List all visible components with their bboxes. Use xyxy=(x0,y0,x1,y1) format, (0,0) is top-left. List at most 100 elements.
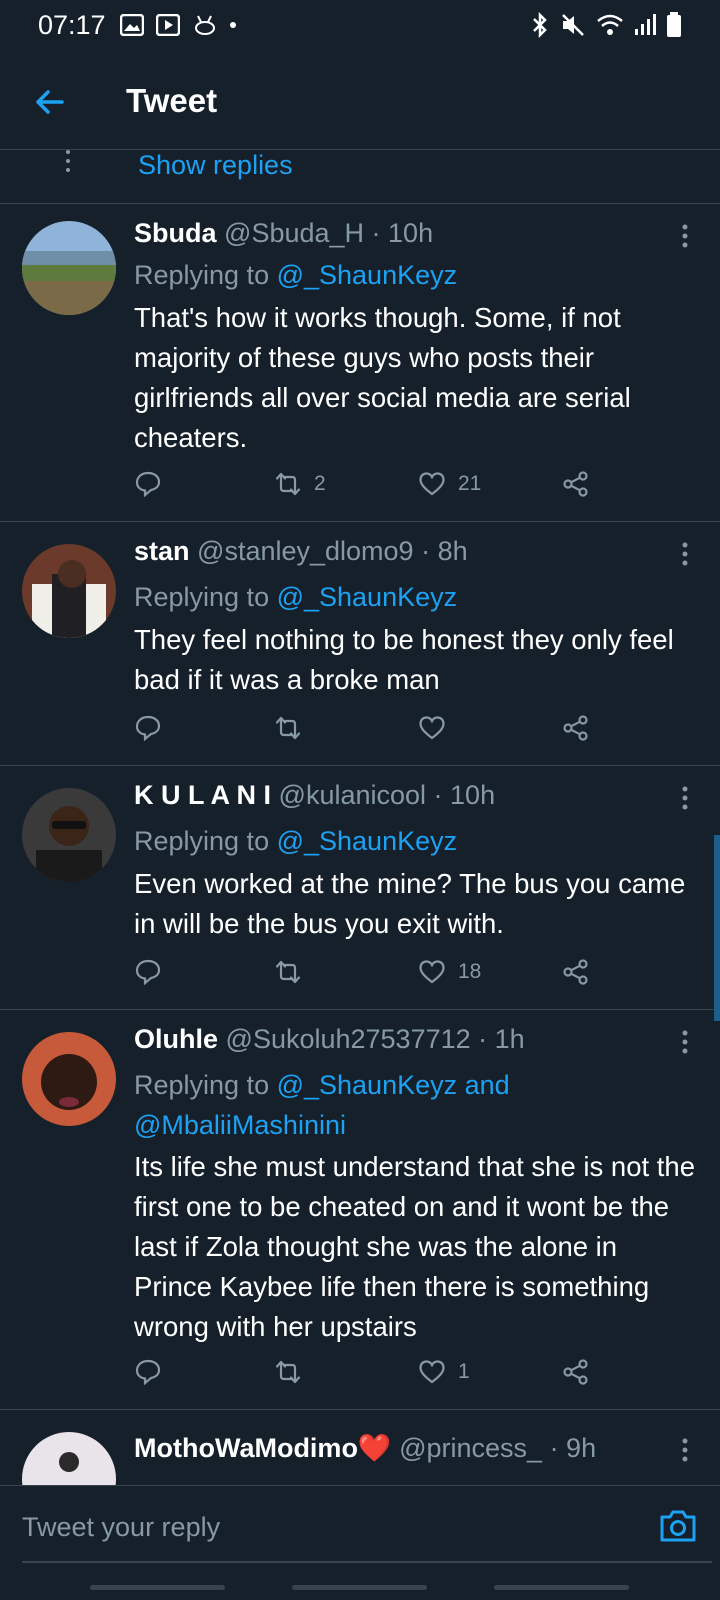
more-options-icon[interactable] xyxy=(682,786,688,810)
like-button[interactable]: 1 xyxy=(418,1358,470,1386)
retweet-button[interactable] xyxy=(274,714,314,742)
tweet-item[interactable]: MothoWaModimo❤️ @princess_ · 9h xyxy=(0,1410,720,1485)
user-handle[interactable]: @Sbuda_H xyxy=(224,218,364,248)
display-name[interactable]: Oluhle xyxy=(134,1024,218,1054)
tweet-header: K U L A N I @kulanicool · 10h xyxy=(134,780,495,811)
reply-button[interactable] xyxy=(134,958,162,986)
avatar[interactable] xyxy=(22,544,116,638)
retweet-icon xyxy=(275,1360,301,1384)
retweet-icon xyxy=(275,960,301,984)
reply-icon xyxy=(135,959,161,986)
rabbit-icon xyxy=(194,15,215,35)
show-replies-row[interactable]: Show replies xyxy=(0,150,720,204)
user-handle[interactable]: @princess_ xyxy=(399,1433,542,1463)
gallery-icon xyxy=(119,14,144,36)
reply-composer xyxy=(0,1485,720,1569)
retweet-button[interactable] xyxy=(274,1358,314,1386)
tweet-text: They feel nothing to be honest they only… xyxy=(134,624,674,695)
replying-to: Replying to @_ShaunKeyz and @MbaliiMashi… xyxy=(134,1065,554,1145)
reply-button[interactable] xyxy=(134,714,162,742)
tweet-header: Sbuda @Sbuda_H · 10h xyxy=(134,218,433,249)
replying-to: Replying to @_ShaunKeyz xyxy=(134,255,694,295)
share-icon xyxy=(563,959,588,985)
retweet-button[interactable] xyxy=(274,958,314,986)
avatar[interactable] xyxy=(22,1032,116,1126)
bluetooth-icon xyxy=(533,12,547,38)
tweet-time: · 9h xyxy=(549,1433,597,1463)
like-button[interactable]: 21 xyxy=(418,470,481,498)
play-icon xyxy=(155,14,180,36)
reply-button[interactable] xyxy=(134,1358,162,1386)
back-arrow-icon[interactable] xyxy=(32,84,68,120)
reply-divider xyxy=(22,1561,712,1563)
system-nav-bar xyxy=(0,1575,720,1600)
tweet-item[interactable]: Sbuda @Sbuda_H · 10h Replying to @_Shaun… xyxy=(0,204,720,522)
replying-prefix: Replying to xyxy=(134,826,277,856)
retweet-icon xyxy=(275,716,301,740)
scrollbar-thumb[interactable] xyxy=(714,835,720,1021)
display-name[interactable]: Sbuda xyxy=(134,218,217,248)
avatar[interactable] xyxy=(22,1432,116,1485)
replying-prefix: Replying to xyxy=(134,260,277,290)
mute-icon xyxy=(562,14,584,36)
thread-line-dots xyxy=(66,150,72,172)
more-options-icon[interactable] xyxy=(682,1438,688,1462)
tweet-actions: 2 21 xyxy=(134,470,614,506)
heart-icon xyxy=(419,472,445,496)
wifi-icon xyxy=(597,14,623,35)
user-handle[interactable]: @Sukoluh27537712 xyxy=(226,1024,471,1054)
share-icon xyxy=(563,471,588,497)
retweet-count: 2 xyxy=(314,472,326,495)
nav-back[interactable] xyxy=(494,1585,629,1590)
camera-icon[interactable] xyxy=(658,1508,698,1544)
tweet-time: · 10h xyxy=(433,780,496,810)
tweet-time: · 1h xyxy=(478,1024,525,1054)
mention-link[interactable]: @_ShaunKeyz xyxy=(277,260,458,290)
share-button[interactable] xyxy=(562,470,590,498)
replying-prefix: Replying to xyxy=(134,1070,277,1100)
share-button[interactable] xyxy=(562,958,590,986)
display-name[interactable]: MothoWaModimo❤️ xyxy=(134,1433,392,1463)
display-name[interactable]: stan xyxy=(134,536,190,566)
more-options-icon[interactable] xyxy=(682,224,688,248)
more-options-icon[interactable] xyxy=(682,1030,688,1054)
tweet-item[interactable]: stan @stanley_dlomo9 · 8h Replying to @_… xyxy=(0,522,720,766)
like-button[interactable] xyxy=(418,714,458,742)
user-handle[interactable]: @stanley_dlomo9 xyxy=(197,536,414,566)
avatar[interactable] xyxy=(22,221,116,315)
tweet-actions: 1 xyxy=(134,1358,614,1394)
share-button[interactable] xyxy=(562,714,590,742)
tweet-text: Even worked at the mine? The bus you cam… xyxy=(134,868,686,939)
reply-button[interactable] xyxy=(134,470,162,498)
show-replies-link[interactable]: Show replies xyxy=(138,150,293,181)
tweet-text: Its life she must understand that she is… xyxy=(134,1151,696,1342)
status-bar: 07:17 xyxy=(0,0,720,50)
nav-recents[interactable] xyxy=(90,1585,225,1590)
share-button[interactable] xyxy=(562,1358,590,1386)
reply-input[interactable] xyxy=(22,1504,622,1550)
notification-dot xyxy=(229,22,236,28)
tweet-time: · 8h xyxy=(421,536,468,566)
like-count: 18 xyxy=(458,960,482,983)
tweet-item[interactable]: K U L A N I @kulanicool · 10h Replying t… xyxy=(0,766,720,1010)
battery-icon xyxy=(667,12,681,37)
avatar[interactable] xyxy=(22,788,116,882)
display-name[interactable]: K U L A N I xyxy=(134,780,271,810)
tweet-item[interactable]: Oluhle @Sukoluh27537712 · 1h Replying to… xyxy=(0,1010,720,1410)
tweet-text: That's how it works though. Some, if not… xyxy=(134,302,631,453)
page-title: Tweet xyxy=(126,82,218,119)
tweet-actions xyxy=(134,714,614,750)
share-icon xyxy=(563,715,588,741)
tweet-actions: 18 xyxy=(134,958,614,994)
user-handle[interactable]: @kulanicool xyxy=(279,780,427,810)
like-button[interactable]: 18 xyxy=(418,958,481,986)
mention-link[interactable]: @_ShaunKeyz xyxy=(277,582,458,612)
reply-icon xyxy=(135,1359,161,1386)
retweet-button[interactable]: 2 xyxy=(274,470,326,498)
nav-home[interactable] xyxy=(292,1585,427,1590)
mention-link[interactable]: @_ShaunKeyz xyxy=(277,826,458,856)
tweet-header: stan @stanley_dlomo9 · 8h xyxy=(134,536,468,567)
tweet-time: · 10h xyxy=(371,218,434,248)
more-options-icon[interactable] xyxy=(682,542,688,566)
signal-icon xyxy=(635,14,656,35)
